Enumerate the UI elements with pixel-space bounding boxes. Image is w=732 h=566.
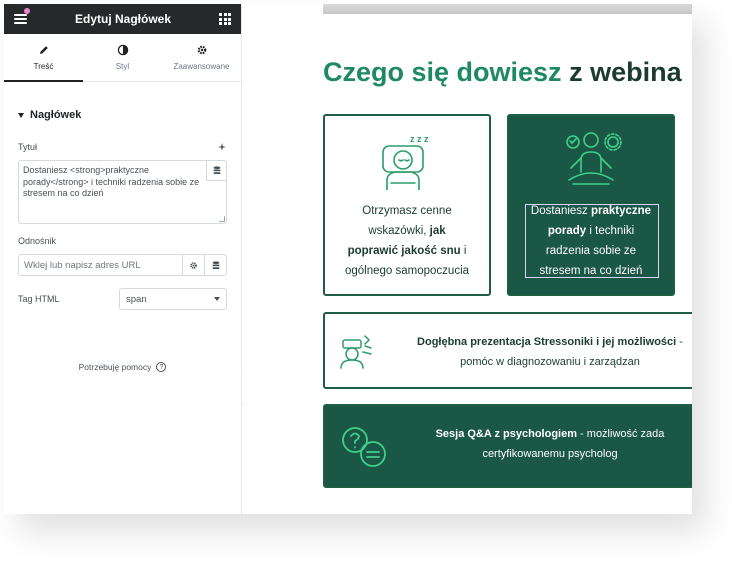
html-tag-value: span bbox=[126, 293, 147, 305]
title-textarea[interactable]: Dostaniesz <strong>praktyczne porady</st… bbox=[18, 160, 227, 224]
panel-title: Edytuj Nagłówek bbox=[74, 12, 172, 26]
app-window: Edytuj Nagłówek Treść Styl Zaawansowane … bbox=[4, 4, 692, 514]
chevron-down-icon bbox=[214, 297, 220, 301]
heading-green-part: Czego się dowiesz bbox=[323, 57, 562, 87]
html-tag-select[interactable]: span bbox=[119, 288, 227, 310]
tab-style[interactable]: Styl bbox=[83, 34, 162, 81]
card1-text: Otrzymasz cenne wskazówki, jak poprawić … bbox=[344, 205, 470, 277]
tab-label: Zaawansowane bbox=[173, 62, 230, 71]
section-heading[interactable]: Czego się dowiesz z webina bbox=[323, 57, 682, 88]
url-field bbox=[18, 254, 227, 276]
section-title: Nagłówek bbox=[30, 109, 82, 121]
gear-icon bbox=[197, 45, 206, 55]
tag-label: Tag HTML bbox=[18, 294, 60, 304]
pencil-icon bbox=[39, 46, 48, 54]
benefit-card-sleep[interactable]: z z z Otrzymasz cenne wskazówki, jak pop… bbox=[323, 114, 491, 296]
benefit-card-stress[interactable]: Dostaniesz praktyczne porady i techniki … bbox=[507, 114, 675, 296]
database-icon bbox=[213, 166, 220, 174]
link-label-row: Odnośnik bbox=[4, 236, 241, 246]
qa-session-text: Sesja Q&A z psychologiem - możliwość zad… bbox=[435, 428, 665, 460]
link-label: Odnośnik bbox=[18, 236, 57, 246]
menu-icon[interactable] bbox=[14, 14, 27, 24]
presentation-text: Dogłębna prezentacja Stressoniki i jej m… bbox=[417, 336, 683, 368]
editor-panel: Edytuj Nagłówek Treść Styl Zaawansowane … bbox=[4, 4, 242, 514]
resize-handle[interactable] bbox=[219, 216, 225, 222]
dynamic-tags-button[interactable] bbox=[206, 161, 226, 181]
top-image bbox=[323, 4, 692, 14]
tab-label: Treść bbox=[33, 62, 54, 71]
notification-dot bbox=[24, 8, 30, 14]
panel-tabs: Treść Styl Zaawansowane bbox=[4, 34, 241, 82]
heading-dark-part: z webina bbox=[561, 57, 682, 87]
title-label: Tytuł bbox=[18, 142, 38, 152]
ai-sparkle-icon[interactable] bbox=[217, 142, 227, 152]
card2-text: Dostaniesz praktyczne porady i techniki … bbox=[530, 205, 652, 277]
help-link[interactable]: Potrzebuję pomocy ? bbox=[4, 362, 241, 372]
link-dynamic-tags-button[interactable] bbox=[204, 255, 226, 275]
gear-icon bbox=[190, 261, 197, 269]
section-toggle[interactable]: Nagłówek bbox=[4, 96, 241, 134]
sleep-icon: z z z bbox=[377, 128, 437, 195]
url-input[interactable] bbox=[19, 255, 182, 275]
apps-grid-icon[interactable] bbox=[219, 13, 231, 25]
html-tag-row: Tag HTML span bbox=[4, 288, 241, 310]
title-textarea-value: Dostaniesz <strong>praktyczne porady</st… bbox=[23, 165, 200, 198]
tab-content[interactable]: Treść bbox=[4, 34, 83, 82]
vr-presentation-icon bbox=[339, 332, 375, 375]
presentation-row[interactable]: Dogłębna prezentacja Stressoniki i jej m… bbox=[323, 312, 692, 389]
link-options-button[interactable] bbox=[182, 255, 204, 275]
page-preview: Czego się dowiesz z webina z z z Otrzyma… bbox=[243, 4, 692, 514]
title-field-label-row: Tytuł bbox=[4, 142, 241, 152]
svg-text:z z z: z z z bbox=[410, 134, 429, 144]
caret-down-icon bbox=[18, 112, 24, 118]
contrast-icon bbox=[117, 44, 128, 56]
database-icon bbox=[212, 260, 219, 269]
qa-session-row[interactable]: Sesja Q&A z psychologiem - możliwość zad… bbox=[323, 404, 692, 488]
help-text: Potrzebuję pomocy bbox=[78, 362, 152, 372]
tab-label: Styl bbox=[115, 62, 130, 71]
question-icon: ? bbox=[156, 362, 167, 372]
panel-header: Edytuj Nagłówek bbox=[4, 4, 241, 34]
meditation-icon bbox=[551, 128, 631, 195]
tab-advanced[interactable]: Zaawansowane bbox=[162, 34, 241, 81]
